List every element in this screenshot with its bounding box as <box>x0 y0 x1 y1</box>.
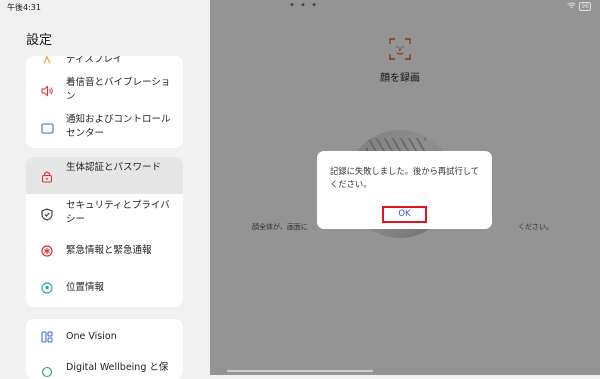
settings-group-1: ディスプレイ 着信音とバイブレーション 通知およびコントロールセンター <box>26 56 183 148</box>
settings-group-3: One Vision Digital Wellbeing と保 <box>26 319 183 379</box>
sidebar-item-label: セキュリティとプライバシー <box>66 200 170 225</box>
sidebar-item-emergency[interactable]: 緊急情報と緊急通報 <box>26 234 183 268</box>
error-dialog: 記録に失敗しました。後から再試行してください。 OK <box>317 151 492 229</box>
settings-sidebar: 設定 ディスプレイ 着信音とバイブレーション 通知およびコントロールセンター 生… <box>0 0 210 379</box>
emergency-icon <box>40 244 54 258</box>
sidebar-item-location[interactable]: 位置情報 <box>26 271 183 305</box>
sidebar-item-security[interactable]: セキュリティとプライバシー <box>26 195 183 232</box>
sidebar-item-label: 着信音とバイブレーション <box>66 77 171 102</box>
location-icon <box>40 281 54 295</box>
speaker-icon <box>40 84 54 98</box>
sidebar-item-label: 生体認証とパスワード <box>66 162 162 173</box>
ok-button[interactable]: OK <box>382 206 427 223</box>
page-title: 設定 <box>26 33 53 48</box>
sidebar-item-label: 通知およびコントロールセンター <box>66 114 171 139</box>
display-icon <box>40 56 54 67</box>
dialog-message: 記録に失敗しました。後から再試行してください。 <box>330 166 480 189</box>
sidebar-item-label: 位置情報 <box>66 282 105 293</box>
settings-group-2: 生体認証とパスワード セキュリティとプライバシー 緊急情報と緊急通報 位置情報 <box>26 157 183 307</box>
wellbeing-icon <box>40 365 54 379</box>
sidebar-item-sound[interactable]: 着信音とバイブレーション <box>26 74 183 108</box>
home-indicator[interactable] <box>227 370 373 372</box>
one-vision-icon <box>40 330 54 344</box>
notification-icon <box>40 121 54 135</box>
sidebar-item-wellbeing[interactable]: Digital Wellbeing と保 <box>26 357 183 379</box>
sidebar-item-biometrics[interactable]: 生体認証とパスワード <box>26 157 183 194</box>
lock-icon <box>40 169 54 183</box>
sidebar-item-label: Digital Wellbeing と保 <box>66 362 169 373</box>
sidebar-item-display[interactable]: ディスプレイ <box>26 56 183 70</box>
shield-icon <box>40 207 54 221</box>
sidebar-item-label: 緊急情報と緊急通報 <box>66 245 152 256</box>
sidebar-item-label: One Vision <box>66 331 117 342</box>
sidebar-item-one-vision[interactable]: One Vision <box>26 319 183 355</box>
sidebar-item-notifications[interactable]: 通知およびコントロールセンター <box>26 110 183 146</box>
sidebar-item-label: ディスプレイ <box>66 56 123 65</box>
